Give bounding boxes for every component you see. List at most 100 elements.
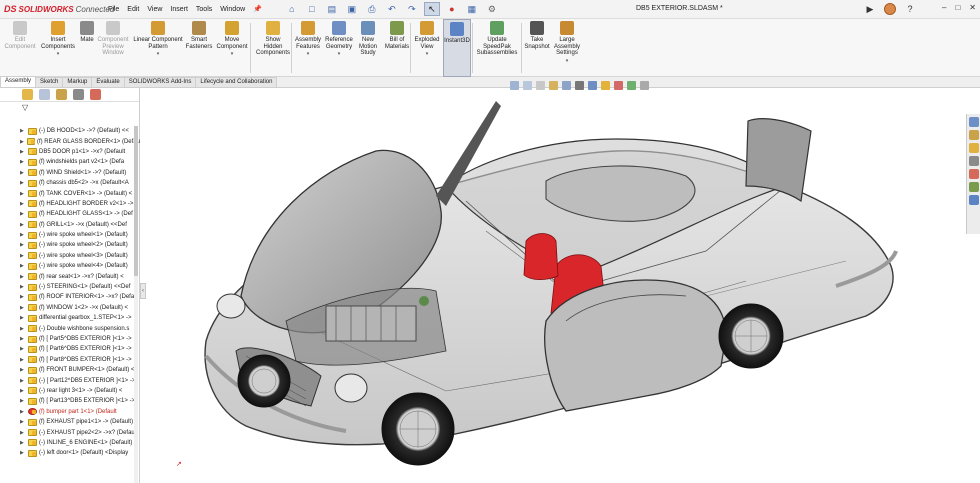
file-explorer-icon[interactable] xyxy=(968,143,979,153)
ribbon-button-14[interactable]: Update SpeedPak Subassemblies xyxy=(474,19,520,77)
view-settings-icon[interactable] xyxy=(640,80,649,90)
graphics-area[interactable] xyxy=(146,91,964,483)
ribbon-button-5[interactable]: Smart Fasteners xyxy=(184,19,214,77)
car-model-render[interactable] xyxy=(146,91,964,483)
dynamic-annotation-icon[interactable] xyxy=(562,80,571,90)
tree-item[interactable]: ▶ (f) windshields part v2<1> (Defa xyxy=(0,157,140,167)
expand-arrow-icon[interactable]: ▶ xyxy=(20,336,28,342)
expand-arrow-icon[interactable]: ▶ xyxy=(20,139,27,145)
appearances-icon[interactable] xyxy=(968,169,979,179)
zoom-to-fit-icon[interactable] xyxy=(510,80,519,90)
tree-item[interactable]: ▶ (-) STEERING<1> (Default) <<Def xyxy=(0,282,140,292)
ribbon-button-15[interactable]: Take Snapshot xyxy=(523,19,551,77)
expand-arrow-icon[interactable]: ▶ xyxy=(20,159,28,165)
traffic-light-icon[interactable]: ● xyxy=(444,2,460,16)
tree-item[interactable]: ▶ (-) left door<1> (Default) <Display xyxy=(0,448,140,458)
chevron-down-icon[interactable]: ▾ xyxy=(231,51,234,57)
ribbon-button-12[interactable]: Exploded View ▾ xyxy=(412,19,442,77)
tree-item[interactable]: ▶ (f) GRILL<1> ->x (Default) <<Def xyxy=(0,220,140,230)
ribbon-button-1[interactable]: Insert Components ▾ xyxy=(38,19,78,77)
expand-arrow-icon[interactable]: ▶ xyxy=(20,346,28,352)
ribbon-button-2[interactable]: Mate xyxy=(76,19,98,77)
tree-item[interactable]: ▶ (-) wire spoke wheel<3> (Default) xyxy=(0,251,140,261)
previous-view-icon[interactable] xyxy=(536,80,545,90)
expand-arrow-icon[interactable]: ▶ xyxy=(20,367,28,373)
tree-item[interactable]: ▶ (f) [ Part6^DB5 EXTERIOR ]<1> -> xyxy=(0,344,140,354)
tree-item[interactable]: ▶ (-) DB HOOD<1> ->? (Default) << xyxy=(0,126,140,136)
expand-arrow-icon[interactable]: ▶ xyxy=(20,440,28,446)
tree-item[interactable]: ▶ (f) HEADLIGHT BORDER v2<1> -> xyxy=(0,199,140,209)
ribbon-button-0[interactable]: Edit Component xyxy=(2,19,38,77)
expand-arrow-icon[interactable]: ▶ xyxy=(20,378,28,384)
tree-item[interactable]: ▶ (f) REAR GLASS BORDER<1> (Defau xyxy=(0,136,140,146)
expand-arrow-icon[interactable]: ▶ xyxy=(20,201,28,207)
property-manager-tab-icon[interactable] xyxy=(39,89,50,100)
tab-assembly[interactable]: Assembly xyxy=(0,76,37,87)
expand-arrow-icon[interactable]: ▶ xyxy=(20,315,28,321)
tree-item[interactable]: ▶ (-) [ Part12^DB5 EXTERIOR ]<1> -> xyxy=(0,375,140,385)
chevron-down-icon[interactable]: ▾ xyxy=(157,51,160,57)
expand-arrow-icon[interactable]: ▶ xyxy=(20,191,28,197)
ribbon-button-3[interactable]: Component Preview Window xyxy=(96,19,130,77)
expand-arrow-icon[interactable]: ▶ xyxy=(20,149,28,155)
close-icon[interactable]: ✕ xyxy=(969,3,976,12)
design-library-icon[interactable] xyxy=(968,130,979,140)
tree-item[interactable]: ▶ (f) [ Part13^DB5 EXTERIOR ]<1> -> xyxy=(0,396,140,406)
chevron-down-icon[interactable]: ▾ xyxy=(566,58,569,64)
tree-item[interactable]: ▶ (f) HEADLIGHT GLASS<1> -> (Def xyxy=(0,209,140,219)
expand-arrow-icon[interactable]: ▶ xyxy=(20,222,28,228)
ribbon-button-10[interactable]: New Motion Study xyxy=(356,19,380,77)
expand-arrow-icon[interactable]: ▶ xyxy=(20,242,28,248)
tree-item[interactable]: ▶ (-) wire spoke wheel<1> (Default) xyxy=(0,230,140,240)
expand-arrow-icon[interactable]: ▶ xyxy=(20,326,28,332)
tree-item[interactable]: ▶ differential gearbox_1.STEP<1> -> xyxy=(0,313,140,323)
edit-appearance-icon[interactable] xyxy=(614,80,623,90)
select-arrow-icon[interactable]: ↖ xyxy=(423,2,440,16)
tree-item[interactable]: ▶ (f) [ Part8^DB5 EXTERIOR ]<1> -> xyxy=(0,355,140,365)
tree-item[interactable]: ▶ (f) ROOF INTERIOR<1> ->x? (Defa xyxy=(0,292,140,302)
options-gear-icon[interactable]: ⚙ xyxy=(484,2,500,16)
dimxpert-tab-icon[interactable] xyxy=(73,89,84,100)
ribbon-button-11[interactable]: Bill of Materials xyxy=(382,19,412,77)
tree-item[interactable]: ▶ (-) EXHAUST pipe2<2> ->x? (Defau xyxy=(0,427,140,437)
expand-arrow-icon[interactable]: ▶ xyxy=(20,253,28,259)
filter-icon[interactable]: ▽ xyxy=(22,103,28,112)
expand-arrow-icon[interactable]: ▶ xyxy=(20,398,28,404)
pin-icon[interactable]: 📌 xyxy=(253,5,262,13)
ribbon-button-9[interactable]: Reference Geometry ▾ xyxy=(323,19,355,77)
save-icon[interactable]: ▣ xyxy=(344,2,360,16)
expand-arrow-icon[interactable]: ▶ xyxy=(20,294,28,300)
new-document-icon[interactable]: □ xyxy=(304,2,320,16)
maximize-icon[interactable]: □ xyxy=(955,3,960,12)
expand-arrow-icon[interactable]: ▶ xyxy=(20,357,28,363)
expand-arrow-icon[interactable]: ▶ xyxy=(20,170,28,176)
tree-item[interactable]: ▶ (-) Double wishbone suspension.s xyxy=(0,323,140,333)
expand-arrow-icon[interactable]: ▶ xyxy=(20,211,28,217)
undo-icon[interactable]: ↶ xyxy=(384,2,400,16)
tree-item[interactable]: ▶ (f) chassis db5<2> ->x (Default<A xyxy=(0,178,140,188)
expand-arrow-icon[interactable]: ▶ xyxy=(20,409,28,415)
ribbon-button-16[interactable]: Large Assembly Settings ▾ xyxy=(550,19,584,77)
tree-filter[interactable]: ▽ xyxy=(0,102,139,112)
ribbon-button-7[interactable]: Show Hidden Components xyxy=(252,19,294,77)
solidworks-resources-icon[interactable] xyxy=(968,117,979,127)
expand-arrow-icon[interactable]: ▶ xyxy=(20,419,28,425)
ribbon-button-8[interactable]: Assembly Features ▾ xyxy=(293,19,323,77)
menu-tools[interactable]: Tools xyxy=(196,6,212,13)
tree-item[interactable]: ▶ (f) bumper part 1<1> (Default xyxy=(0,407,140,417)
expand-arrow-icon[interactable]: ▶ xyxy=(20,388,28,394)
user-avatar[interactable] xyxy=(882,2,898,16)
chevron-down-icon[interactable]: ▾ xyxy=(338,51,341,57)
tree-item[interactable]: ▶ (-) wire spoke wheel<2> (Default) xyxy=(0,240,140,250)
tree-item[interactable]: ▶ (-) wire spoke wheel<4> (Default) xyxy=(0,261,140,271)
expand-arrow-icon[interactable]: ▶ xyxy=(20,263,28,269)
chevron-down-icon[interactable]: ▾ xyxy=(307,51,310,57)
chevron-down-icon[interactable]: ▾ xyxy=(57,51,60,57)
menu-window[interactable]: Window xyxy=(220,6,245,13)
section-view-icon[interactable] xyxy=(549,80,558,90)
expand-arrow-icon[interactable]: ▶ xyxy=(20,128,28,134)
zoom-area-icon[interactable] xyxy=(523,80,532,90)
expand-arrow-icon[interactable]: ▶ xyxy=(20,274,28,280)
tab-solidworks-add-ins[interactable]: SOLIDWORKS Add-Ins xyxy=(123,77,197,87)
tree-item[interactable]: ▶ (f) WIND Shield<1> ->? (Default) xyxy=(0,168,140,178)
